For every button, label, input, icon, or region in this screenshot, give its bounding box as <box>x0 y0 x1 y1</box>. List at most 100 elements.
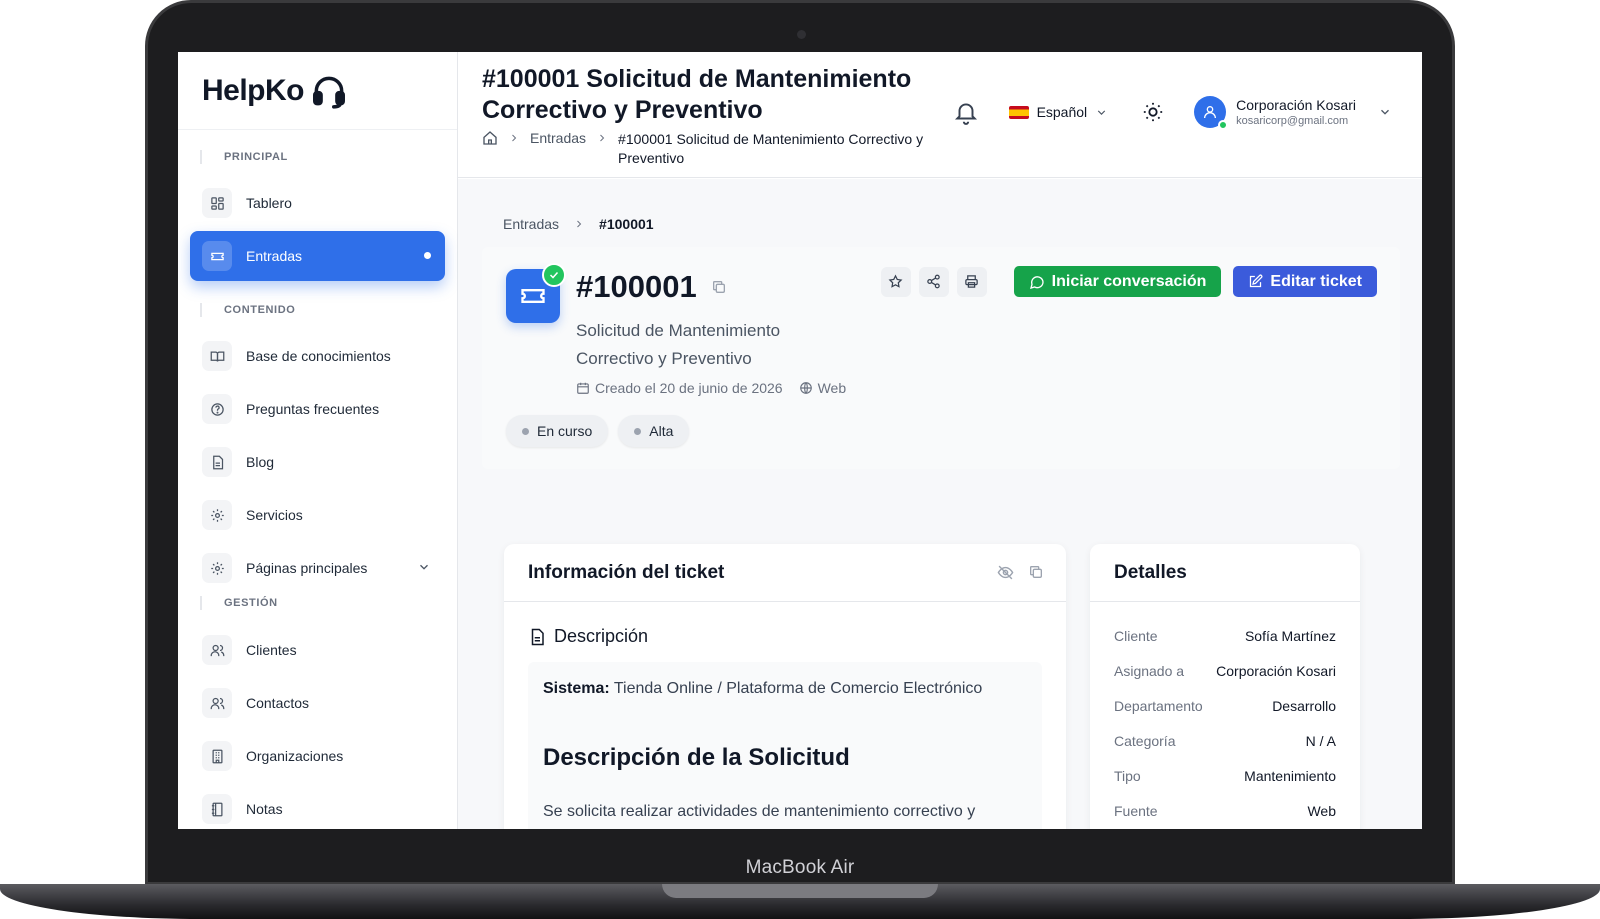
detail-label: Tipo <box>1114 767 1141 784</box>
chevron-down-icon[interactable] <box>417 560 431 574</box>
language-selector[interactable]: Español <box>1008 104 1109 120</box>
eye-off-icon[interactable] <box>997 564 1014 581</box>
created-date: Creado el 20 de junio de 2026 <box>576 380 783 396</box>
sidebar-item-label: Clientes <box>246 642 297 658</box>
detail-value: Web <box>1307 802 1336 819</box>
breadcrumb-link[interactable]: Entradas <box>530 130 586 146</box>
sidebar-item-blog[interactable]: Blog <box>190 437 445 487</box>
detail-label: Categoría <box>1114 732 1176 749</box>
sidebar-item-notas[interactable]: Notas <box>190 784 445 829</box>
details-card: Detalles Cliente Sofía Martínez Asignado … <box>1090 544 1360 829</box>
home-icon[interactable] <box>482 130 498 146</box>
description-heading: Descripción de la Solicitud <box>543 744 850 771</box>
detail-row-cliente: Cliente Sofía Martínez <box>1114 618 1336 653</box>
chat-icon <box>1029 275 1044 289</box>
system-value: Tienda Online / Plataforma de Comercio E… <box>613 680 983 697</box>
details-list: Cliente Sofía Martínez Asignado a Corporac… <box>1090 602 1360 828</box>
sidebar-item-base-de-conocimientos[interactable]: Base de conocimientos <box>190 331 445 381</box>
edit-ticket-label: Editar ticket <box>1270 272 1362 290</box>
language-label: Español <box>1036 104 1088 120</box>
brand[interactable]: HelpKo <box>178 52 457 130</box>
sidebar-item-preguntas-frecuentes[interactable]: Preguntas frecuentes <box>190 384 445 434</box>
sidebar-item-label: Base de conocimientos <box>246 348 391 364</box>
user-name: Corporación Kosari <box>1236 97 1356 113</box>
user-icon <box>1204 106 1217 119</box>
priority-badge[interactable]: Alta <box>618 415 690 447</box>
breadcrumb: Entradas #100001 Solicitud de Mantenimie… <box>482 130 938 168</box>
sidebar-item-tablero[interactable]: Tablero <box>190 178 445 228</box>
sidebar-item-label: Preguntas frecuentes <box>246 401 380 417</box>
user-menu[interactable]: Corporación Kosari kosaricorp@gmail.com <box>1194 96 1392 130</box>
sidebar-item-paginas-principales[interactable]: Páginas principales <box>190 543 445 593</box>
detail-row-asignado: Asignado a Corporación Kosari <box>1114 653 1336 688</box>
print-button[interactable] <box>956 266 987 297</box>
sidebar-item-label: Contactos <box>246 695 310 711</box>
detail-row-fuente: Fuente Web <box>1114 793 1336 828</box>
description-title-text: Descripción <box>554 626 649 646</box>
breadcrumb-link[interactable]: Entradas <box>503 216 559 232</box>
sidebar-item-clientes[interactable]: Clientes <box>190 625 445 675</box>
notebook-icon <box>202 794 232 824</box>
bell-icon[interactable] <box>953 99 979 125</box>
calendar-icon <box>577 382 589 394</box>
favorite-button[interactable] <box>880 266 911 297</box>
ticket-breadcrumb: Entradas #100001 <box>503 216 654 232</box>
sidebar-item-label: Entradas <box>246 248 303 264</box>
sidebar-item-label: Páginas principales <box>246 560 368 576</box>
sidebar-item-servicios[interactable]: Servicios <box>190 490 445 540</box>
active-dot <box>424 252 431 259</box>
card-title: Información del ticket <box>528 561 725 583</box>
start-conversation-button[interactable]: Iniciar conversación <box>1013 266 1222 297</box>
brand-name: HelpKo <box>202 73 305 107</box>
share-icon <box>927 274 940 289</box>
document-icon <box>531 628 544 645</box>
ticket-number-text: #100001 <box>576 269 697 304</box>
card-header: Información del ticket <box>504 544 1066 602</box>
chevron-right-icon <box>512 134 517 142</box>
status-text: En curso <box>537 423 593 439</box>
sidebar-item-organizaciones[interactable]: Organizaciones <box>190 731 445 781</box>
sidebar-item-label: Notas <box>246 801 283 817</box>
share-button[interactable] <box>918 266 949 297</box>
sidebar-item-contactos[interactable]: Contactos <box>190 678 445 728</box>
breadcrumb-current: #100001 <box>599 216 654 232</box>
description-content: Sistema: Tienda Online / Plataforma de C… <box>528 662 1042 829</box>
spain-flag-icon <box>1008 105 1029 119</box>
chevron-right-icon <box>600 134 605 142</box>
screen: HelpKo PRINCIPAL Tablero Entradas CONTEN… <box>178 52 1422 829</box>
edit-icon <box>1250 274 1263 288</box>
detail-value: Sofía Martínez <box>1244 627 1336 644</box>
ticket-badges: En curso Alta <box>506 415 690 447</box>
priority-text: Alta <box>649 423 674 439</box>
description-paragraph: Se solicita realizar actividades de mant… <box>543 803 976 820</box>
breadcrumb-current: #100001 Solicitud de Mantenimiento Corre… <box>618 131 924 166</box>
section-label-contenido: CONTENIDO <box>200 303 457 317</box>
source-text: Web <box>817 380 847 396</box>
chevron-right-icon <box>577 220 582 228</box>
ticket-summary: #100001 Solicitud de Mantenimiento Corre… <box>482 247 1400 469</box>
camera-dot <box>797 30 806 39</box>
ticket-icon <box>202 241 232 271</box>
sun-icon[interactable] <box>1142 101 1164 123</box>
detail-value: Mantenimiento <box>1244 767 1336 784</box>
gear-icon <box>202 500 232 530</box>
copy-icon[interactable] <box>711 279 727 295</box>
ticket-info-card: Información del ticket Descripción Siste… <box>504 544 1066 829</box>
sidebar-item-entradas[interactable]: Entradas <box>190 231 445 281</box>
status-badge[interactable]: En curso <box>506 415 609 447</box>
copy-icon[interactable] <box>1028 564 1044 580</box>
gear-icon <box>202 553 232 583</box>
main-content: Entradas #100001 #100001 Solicitud de Ma… <box>458 179 1422 829</box>
device-label: MacBook Air <box>745 857 855 878</box>
description-title: Descripción <box>528 626 648 647</box>
avatar <box>1194 96 1229 130</box>
status-dot <box>522 427 529 435</box>
document-icon <box>202 447 232 477</box>
sidebar-item-label: Tablero <box>246 195 292 211</box>
header-actions: Español Corporación Kosari kosaricorp@gm… <box>953 96 1392 130</box>
detail-row-categoria: Categoría N / A <box>1114 723 1336 758</box>
edit-ticket-button[interactable]: Editar ticket <box>1233 266 1377 297</box>
headset-icon <box>313 76 345 109</box>
building-icon <box>202 741 232 771</box>
ticket-source: Web <box>799 380 847 396</box>
